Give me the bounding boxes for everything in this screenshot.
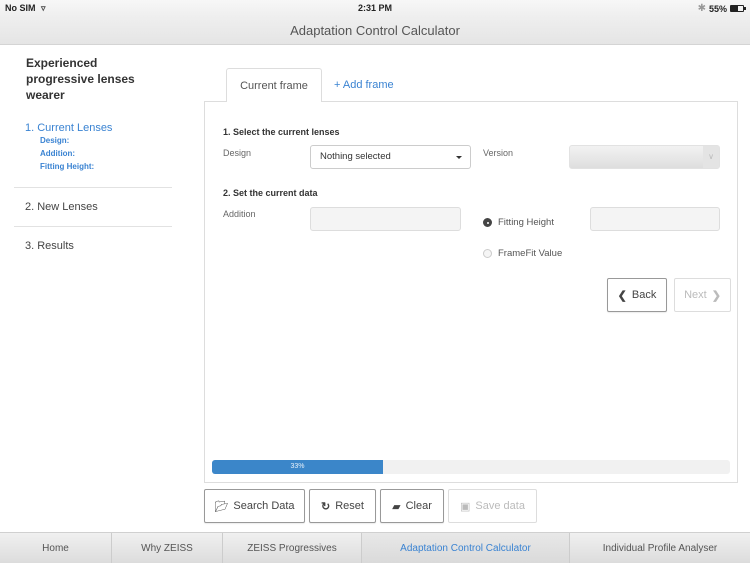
- reset-button[interactable]: ↻ Reset: [309, 489, 376, 523]
- version-label: Version: [483, 148, 514, 158]
- next-label: Next: [684, 289, 707, 301]
- divider: [14, 226, 172, 227]
- caret-down-icon: [456, 156, 462, 159]
- tab-zeiss-progressives[interactable]: ZEISS Progressives: [223, 533, 362, 563]
- section-current-data-title: 2. Set the current data: [223, 188, 318, 198]
- save-data-button[interactable]: ▣ Save data: [448, 489, 537, 523]
- step-label: 2. New Lenses: [25, 201, 98, 213]
- sidebar-heading: Experienced progressive lenses wearer: [26, 56, 135, 102]
- design-label: Design: [223, 148, 252, 158]
- step-detail-fitting-height: Fitting Height:: [40, 162, 95, 171]
- section-select-lenses-title: 1. Select the current lenses: [223, 127, 340, 137]
- tab-individual-profile-analyser[interactable]: Individual Profile Analyser: [570, 533, 750, 563]
- search-data-label: Search Data: [233, 500, 295, 512]
- status-right: ✱ 55%: [697, 3, 746, 14]
- bottom-tab-bar: Home Why ZEISS ZEISS Progressives Adapta…: [0, 532, 750, 563]
- divider: [14, 187, 172, 188]
- framefit-value-label: FrameFit Value: [498, 248, 563, 259]
- add-frame-link[interactable]: + Add frame: [334, 68, 394, 102]
- step-label: 3. Results: [25, 240, 74, 252]
- floppy-disk-icon: ▣: [460, 500, 471, 513]
- version-select[interactable]: ∨: [569, 145, 720, 169]
- battery-percent: 55%: [708, 3, 727, 14]
- addition-label: Addition: [223, 209, 256, 219]
- sidebar-step-results[interactable]: 3. Results: [14, 240, 172, 252]
- save-data-label: Save data: [475, 500, 525, 512]
- sidebar-step-current-lenses[interactable]: 1. Current Lenses Design: Addition: Fitt…: [14, 122, 172, 173]
- framefit-value-radio[interactable]: [483, 249, 492, 258]
- next-button[interactable]: Next ❯: [674, 278, 731, 312]
- chevron-left-icon: ❮: [617, 289, 627, 302]
- eraser-icon: ▰: [392, 500, 401, 513]
- sidebar-step-new-lenses[interactable]: 2. New Lenses: [14, 201, 172, 213]
- search-data-button[interactable]: 📂︎ Search Data: [204, 489, 305, 523]
- bluetooth-icon: ✱: [697, 3, 706, 14]
- clear-button[interactable]: ▰ Clear: [380, 489, 444, 523]
- battery-icon: [730, 5, 746, 12]
- progress-bar: 33%: [212, 460, 730, 474]
- nav-bar: Adaptation Control Calculator: [0, 16, 750, 45]
- tab-why-zeiss[interactable]: Why ZEISS: [112, 533, 223, 563]
- folder-open-icon: 📂︎: [214, 500, 229, 513]
- back-label: Back: [631, 289, 657, 301]
- reset-label: Reset: [335, 500, 364, 512]
- step-label: 1. Current Lenses: [25, 122, 113, 134]
- clear-label: Clear: [405, 500, 432, 512]
- page-title: Adaptation Control Calculator: [290, 23, 460, 38]
- design-select[interactable]: Nothing selected: [310, 145, 471, 169]
- fitting-height-label: Fitting Height: [498, 217, 554, 228]
- tab-home[interactable]: Home: [0, 533, 112, 563]
- design-select-value: Nothing selected: [320, 151, 391, 162]
- addition-input[interactable]: [310, 207, 461, 231]
- tab-adaptation-control-calculator[interactable]: Adaptation Control Calculator: [362, 533, 570, 563]
- progress-fill: 33%: [212, 460, 383, 474]
- back-button[interactable]: ❮ Back: [607, 278, 667, 312]
- status-bar: No SIM ▿ 2:31 PM ✱ 55%: [0, 0, 750, 16]
- refresh-icon: ↻: [321, 500, 331, 513]
- tab-current-frame[interactable]: Current frame: [226, 68, 322, 102]
- chevron-down-icon: ∨: [703, 146, 719, 168]
- chevron-right-icon: ❯: [711, 289, 721, 302]
- fitting-height-input[interactable]: [590, 207, 720, 231]
- status-time: 2:31 PM: [357, 3, 392, 13]
- step-detail-addition: Addition:: [40, 149, 76, 158]
- fitting-height-radio[interactable]: [483, 218, 492, 227]
- step-detail-design: Design:: [40, 136, 70, 145]
- battery-fill: [731, 6, 738, 11]
